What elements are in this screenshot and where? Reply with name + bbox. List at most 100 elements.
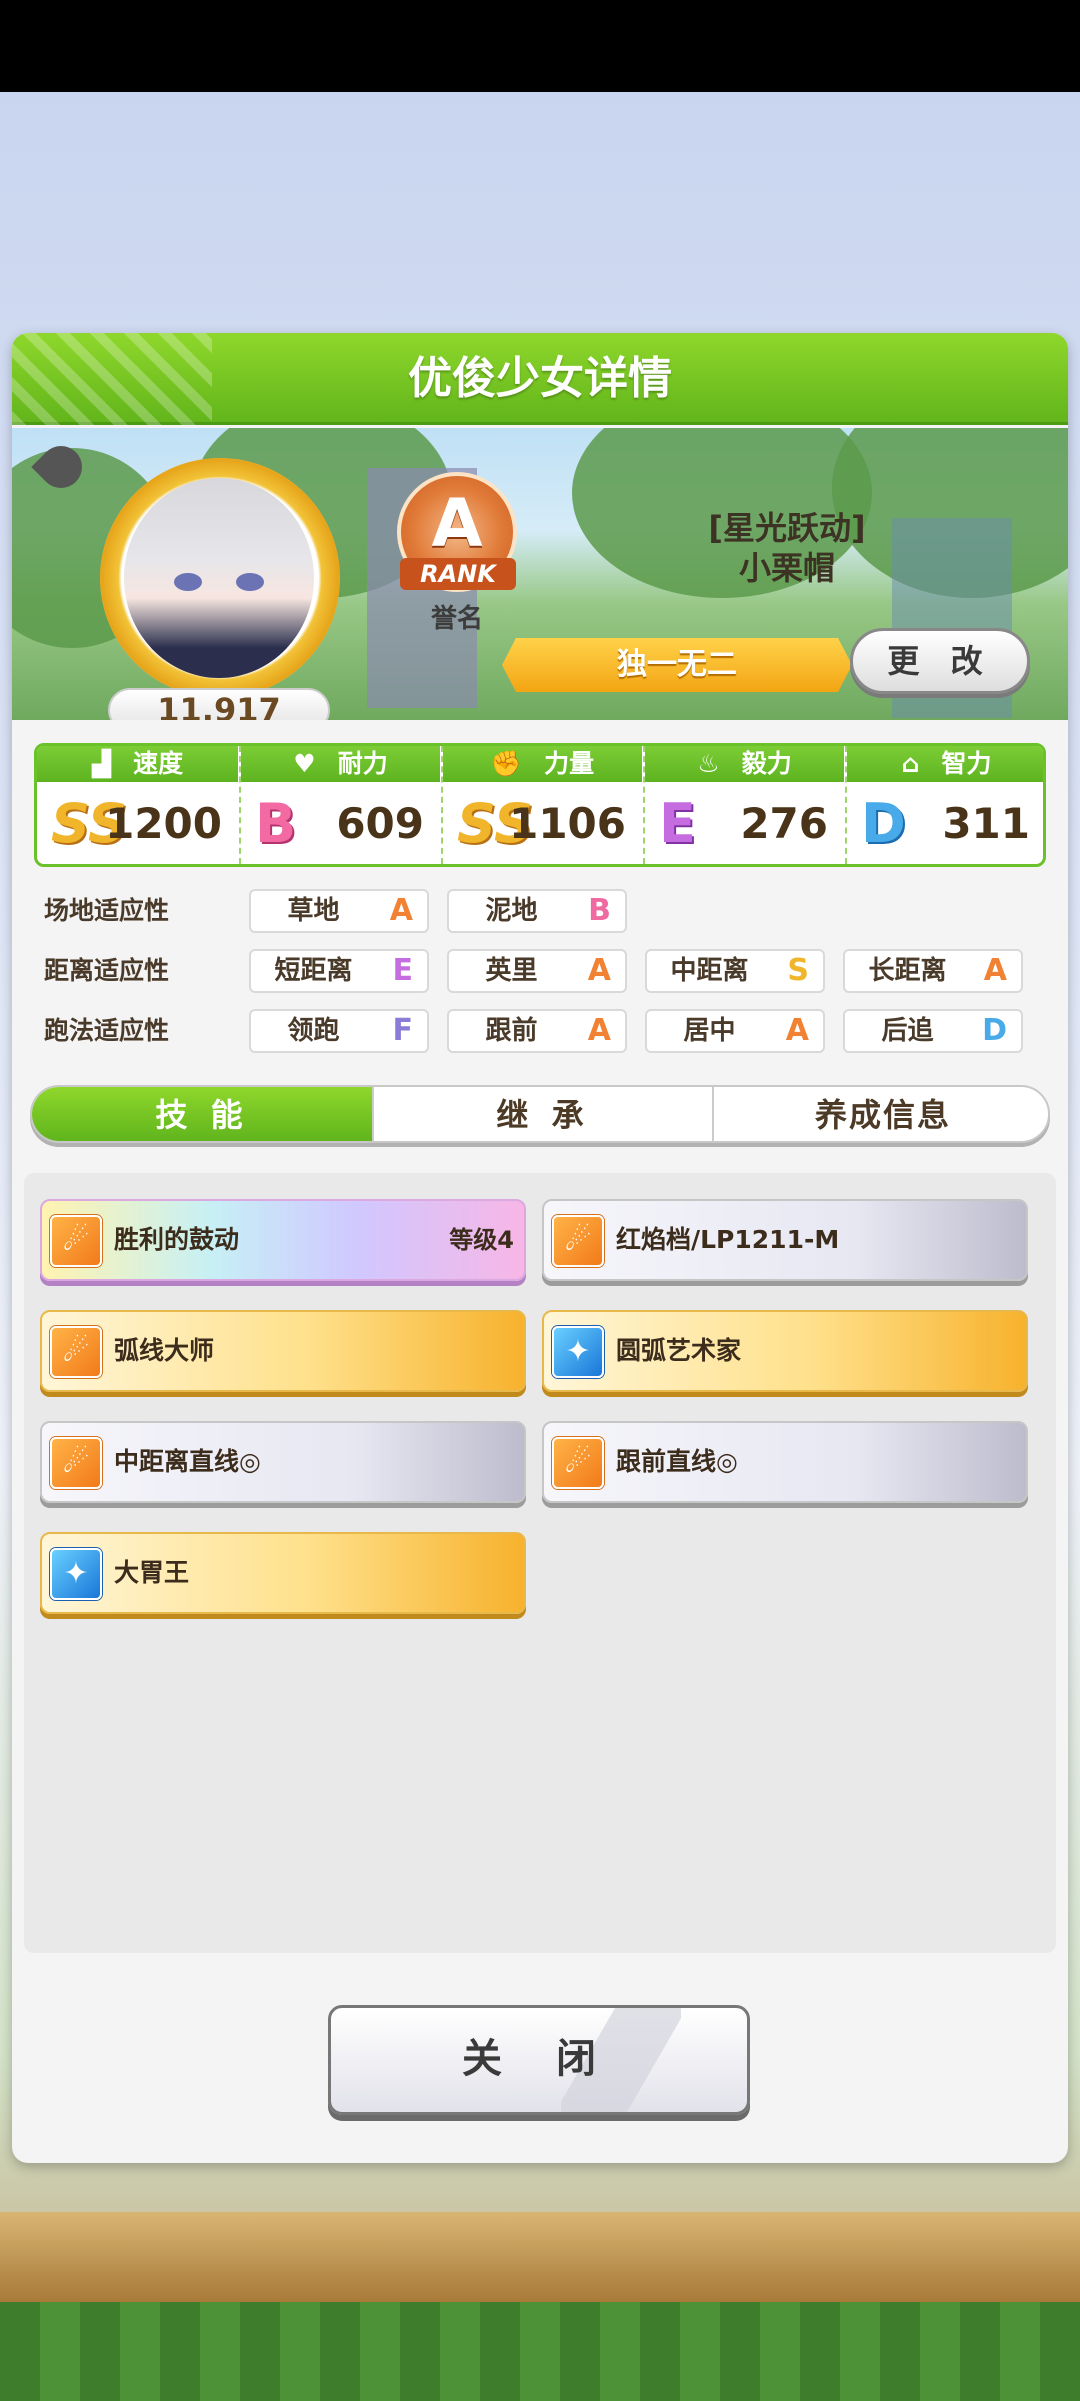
stat-value: 311 <box>942 799 1030 848</box>
aptitude-grade: D <box>982 1013 1007 1048</box>
skill-name: 圆弧艺术家 <box>616 1336 742 1365</box>
skill-item[interactable]: ✦ 大胃王 <box>40 1532 526 1614</box>
tab-skills[interactable]: 技 能 <box>32 1087 372 1141</box>
runner-icon: ☄ <box>50 1326 102 1378</box>
aptitude-chip: 居中 A <box>645 1009 825 1053</box>
portrait-eye <box>174 573 202 591</box>
character-detail-dialog: 优俊少女详情 11,917 A RANK 誉名 [星光跃动] 小栗帽 独一无二 … <box>12 333 1068 2163</box>
runner-icon: ☄ <box>552 1437 604 1489</box>
skill-item[interactable]: ☄ 中距离直线◎ <box>40 1421 526 1503</box>
runner-icon: ☄ <box>552 1215 604 1267</box>
profile-banner: 11,917 A RANK 誉名 [星光跃动] 小栗帽 独一无二 更 改 <box>12 428 1068 720</box>
aptitude-label: 距离适应性 <box>44 956 170 985</box>
aptitude-grade: B <box>588 893 611 928</box>
stat-header: ⌂ 智力 <box>847 746 1043 782</box>
aptitude-chip: 跟前 A <box>447 1009 627 1053</box>
skill-level: 等级4 <box>449 1226 514 1254</box>
background-rail <box>0 2212 1080 2302</box>
aptitude-grade: A <box>389 893 413 928</box>
aptitude-grade: F <box>392 1013 414 1048</box>
skill-item[interactable]: ☄ 跟前直线◎ <box>542 1421 1028 1503</box>
sparkle-icon: ✦ <box>50 1548 102 1600</box>
shoe-icon: ▟ <box>91 749 112 778</box>
stat-grade: E <box>659 792 696 855</box>
skill-name: 大胃王 <box>114 1558 190 1587</box>
stats-panel: ▟ 速度 SS 1200 ♥ 耐力 B 609 ✊ 力量 SS 1106 ♨ 毅力 E 276 … <box>34 743 1046 867</box>
skill-name: 弧线大师 <box>114 1336 215 1365</box>
skill-name: 红焰档/LP1211-M <box>616 1225 840 1254</box>
aptitude-chip: 领跑 F <box>249 1009 429 1053</box>
aptitude-chip: 中距离 S <box>645 949 825 993</box>
stat-label: 速度 <box>133 749 184 778</box>
stat-label: 毅力 <box>741 749 792 778</box>
aptitude-row-track: 场地适应性 草地 A 泥地 B <box>44 889 1044 933</box>
dialog-title: 优俊少女详情 <box>408 353 672 404</box>
detail-tabs: 技 能 继 承 养成信息 <box>30 1085 1050 1143</box>
aptitude-chip: 后追 D <box>843 1009 1023 1053</box>
sparkle-icon: ✦ <box>552 1326 604 1378</box>
aptitude-grade: E <box>392 953 414 988</box>
skill-name: 中距离直线◎ <box>114 1447 261 1476</box>
stat-value: 1200 <box>105 799 222 848</box>
aptitude-label: 场地适应性 <box>44 896 170 925</box>
close-button-label: 关 闭 <box>462 2036 616 2082</box>
dialog-header: 优俊少女详情 <box>12 333 1068 425</box>
stat-guts: ♨ 毅力 E 276 <box>643 746 844 864</box>
honor-label: 誉名 <box>430 604 483 634</box>
rank-ribbon: RANK <box>400 558 516 590</box>
runner-icon: ☄ <box>50 1437 102 1489</box>
character-epithet: [星光跃动] <box>708 509 866 547</box>
stat-stamina: ♥ 耐力 B 609 <box>239 746 440 864</box>
stat-header: ♨ 毅力 <box>645 746 844 782</box>
evaluation-score: 11,917 <box>108 688 330 720</box>
status-bar <box>0 0 1080 92</box>
honor-title-bar: 独一无二 <box>502 638 852 692</box>
aptitude-grade: A <box>785 1013 809 1048</box>
flame-icon: ♨ <box>697 749 720 778</box>
close-button[interactable]: 关 闭 <box>328 2005 750 2115</box>
aptitude-chip: 长距离 A <box>843 949 1023 993</box>
stat-grade: B <box>255 792 297 855</box>
runner-icon: ☄ <box>50 1215 102 1267</box>
aptitude-chip: 草地 A <box>249 889 429 933</box>
aptitude-chip: 短距离 E <box>249 949 429 993</box>
muscle-icon: ✊ <box>490 749 523 778</box>
aptitude-row-distance: 距离适应性 短距离 E 英里 A 中距离 S 长距离 A <box>44 949 1044 993</box>
background-grass <box>0 2302 1080 2401</box>
stat-header: ♥ 耐力 <box>241 746 440 782</box>
skill-item[interactable]: ☄ 弧线大师 <box>40 1310 526 1392</box>
skills-list: ☄ 胜利的鼓动 等级4 ☄ 红焰档/LP1211-M ☄ 弧线大师 ✦ 圆弧艺术… <box>24 1173 1056 1953</box>
stat-power: ✊ 力量 SS 1106 <box>441 746 642 864</box>
character-name: 小栗帽 <box>738 549 835 587</box>
stat-header: ✊ 力量 <box>443 746 642 782</box>
aptitude-grade: S <box>787 953 809 988</box>
stat-value: 276 <box>740 799 828 848</box>
stat-header: ▟ 速度 <box>37 746 238 782</box>
graduation-cap-icon: ⌂ <box>901 749 920 778</box>
skill-item[interactable]: ✦ 圆弧艺术家 <box>542 1310 1028 1392</box>
stat-grade: D <box>861 792 906 855</box>
character-portrait[interactable] <box>124 478 314 678</box>
tab-training-info[interactable]: 养成信息 <box>712 1087 1048 1141</box>
heart-icon: ♥ <box>293 749 316 778</box>
stat-speed: ▟ 速度 SS 1200 <box>37 746 238 864</box>
stat-wisdom: ⌂ 智力 D 311 <box>845 746 1043 864</box>
aptitude-chip: 英里 A <box>447 949 627 993</box>
tab-inheritance[interactable]: 继 承 <box>372 1087 712 1141</box>
aptitude-grade: A <box>587 1013 611 1048</box>
character-name-block: [星光跃动] 小栗帽 <box>642 508 932 588</box>
skill-item[interactable]: ☄ 红焰档/LP1211-M <box>542 1199 1028 1281</box>
stat-label: 耐力 <box>337 749 388 778</box>
skill-item[interactable]: ☄ 胜利的鼓动 等级4 <box>40 1199 526 1281</box>
skill-name: 胜利的鼓动 <box>114 1225 240 1254</box>
stat-value: 609 <box>336 799 424 848</box>
portrait-eye <box>236 573 264 591</box>
skill-name: 跟前直线◎ <box>616 1447 738 1476</box>
change-title-button[interactable]: 更 改 <box>850 628 1030 694</box>
aptitude-chip: 泥地 B <box>447 889 627 933</box>
stat-label: 力量 <box>544 749 595 778</box>
aptitude-row-style: 跑法适应性 领跑 F 跟前 A 居中 A 后追 D <box>44 1009 1044 1053</box>
aptitude-label: 跑法适应性 <box>44 1016 170 1045</box>
aptitude-grade: A <box>587 953 611 988</box>
stat-label: 智力 <box>941 749 992 778</box>
